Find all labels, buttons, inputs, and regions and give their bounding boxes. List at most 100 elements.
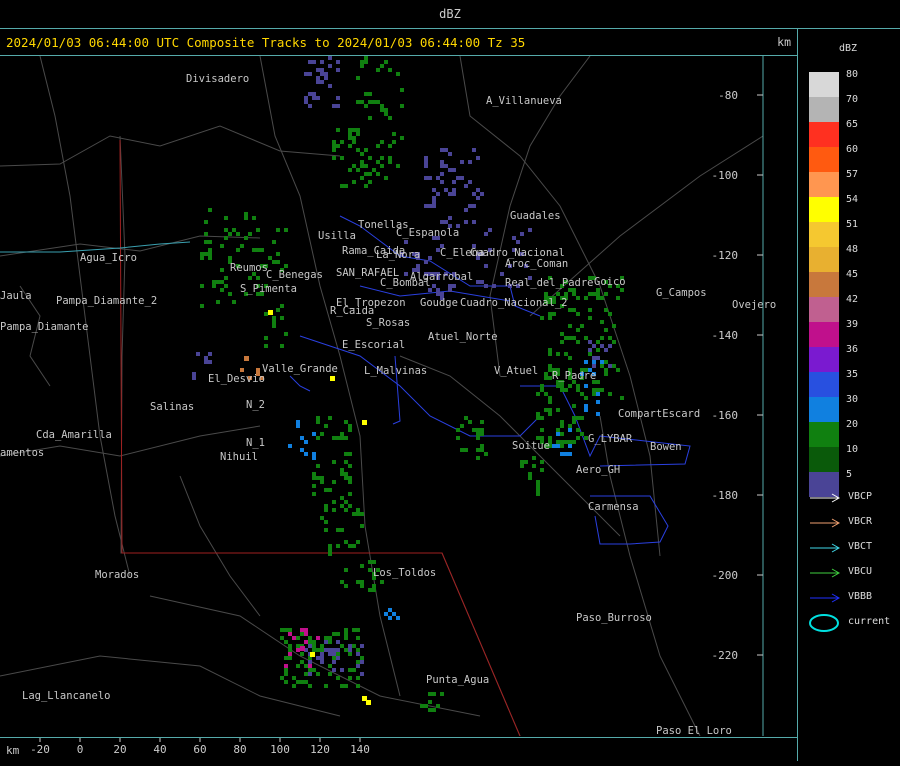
y-axis-tick: -220 xyxy=(712,649,739,662)
place-label: Goudge xyxy=(420,297,458,309)
x-axis-tick: 60 xyxy=(193,743,206,756)
legend-current: current xyxy=(808,614,900,632)
place-label: R_Padre xyxy=(552,370,596,382)
legend-track: VBCT xyxy=(808,541,900,555)
place-label: CompartEscard xyxy=(618,408,700,420)
legend-track-label: VBCP xyxy=(848,491,873,502)
place-label: C_Benegas xyxy=(266,269,323,281)
place-label: Pampa_Diamante_2 xyxy=(56,295,157,307)
x-axis-tick: 0 xyxy=(77,743,84,756)
legend-swatch xyxy=(809,372,839,397)
place-label: Real_del_Padre xyxy=(505,277,594,289)
y-axis-tick: -180 xyxy=(712,489,739,502)
place-label: Salinas xyxy=(150,401,194,413)
legend-track-label: VBCR xyxy=(848,516,873,527)
place-label: Aroc_Coman xyxy=(505,258,568,270)
legend-current-label: current xyxy=(848,616,891,627)
place-label: Divisadero xyxy=(186,73,249,85)
place-label: Morados xyxy=(95,569,139,581)
place-label: S_Pimenta xyxy=(240,283,297,295)
x-axis-tick: 100 xyxy=(270,743,290,756)
legend-level-label: 70 xyxy=(846,94,859,105)
legend-swatch xyxy=(809,322,839,347)
place-label: Los_Toldos xyxy=(373,567,436,579)
place-label: Bowen xyxy=(650,441,682,453)
y-axis-tick: -160 xyxy=(712,409,739,422)
y-axis-tick: -100 xyxy=(712,169,739,182)
place-label: Aero_GH xyxy=(576,464,620,476)
map-canvas[interactable]: DivisaderoA_VillanuevaGuadalesUsillaTone… xyxy=(0,56,797,736)
place-label: E_Escorial xyxy=(342,339,405,351)
legend-title: dBZ xyxy=(838,43,858,54)
place-label: Goico xyxy=(594,276,626,288)
place-label: R_Caida xyxy=(330,305,374,317)
place-label: C_Espanola xyxy=(396,227,459,239)
legend-panel: dBZ 80 70 65 60 57 54 51 48 45 42 39 36 35 30 20 10 5 VB… xyxy=(798,29,900,761)
legend-swatch xyxy=(809,447,839,472)
x-axis-tick: 140 xyxy=(350,743,370,756)
y-axis-tick: -120 xyxy=(712,249,739,262)
x-axis-tick: 40 xyxy=(153,743,166,756)
legend-level-label: 42 xyxy=(846,294,859,305)
place-label: El_Desvio xyxy=(208,373,265,385)
legend-level-label: 60 xyxy=(846,144,859,155)
place-label: C_Bombal xyxy=(380,277,431,289)
x-axis-unit: km xyxy=(6,744,20,757)
place-label: L_Malvinas xyxy=(364,365,427,377)
radar-map[interactable]: Divisadero A_Villanueva Guadales Usilla Tone… xyxy=(0,56,797,736)
legend-track: VBCP xyxy=(808,491,900,505)
legend-level-label: 80 xyxy=(846,69,859,80)
map-header: 2024/01/03 06:44:00 UTC Composite Tracks… xyxy=(0,29,797,56)
place-label: V_Atuel xyxy=(494,365,538,377)
place-label: Punta_Agua xyxy=(426,674,489,686)
place-labels: DivisaderoA_VillanuevaGuadalesUsillaTone… xyxy=(0,73,776,736)
legend-level-label: 39 xyxy=(846,319,859,330)
legend-level-label: 10 xyxy=(846,444,859,455)
legend-swatch xyxy=(809,72,839,97)
legend-level-label: 54 xyxy=(846,194,859,205)
x-axis-tick: 20 xyxy=(113,743,126,756)
place-label: Cuadro_Nacional_2 xyxy=(460,297,567,309)
legend-level-label: 45 xyxy=(846,269,859,280)
place-label: G_Campos xyxy=(656,287,707,299)
legend-level-label: 20 xyxy=(846,419,859,430)
y-axis-tick: -80 xyxy=(718,89,738,102)
place-label: Jaula xyxy=(0,290,32,302)
x-axis-bar: km -20 0 20 40 60 80 100 120 140 xyxy=(0,737,797,762)
legend-swatch xyxy=(809,422,839,447)
legend-level-label: 5 xyxy=(846,469,853,480)
x-axis-tick: 80 xyxy=(233,743,246,756)
legend-swatch xyxy=(809,122,839,147)
x-axis: km -20 0 20 40 60 80 100 120 140 xyxy=(6,738,370,757)
place-label: G_LYBAR xyxy=(588,433,633,445)
place-label: Guadales xyxy=(510,210,561,222)
legend-level-label: 48 xyxy=(846,244,859,255)
legend-level-label: 57 xyxy=(846,169,859,180)
legend-track-label: VBBB xyxy=(848,591,873,602)
legend-swatch xyxy=(809,197,839,222)
header-unit: km xyxy=(777,35,791,49)
legend-track-label: VBCU xyxy=(848,566,873,577)
place-label: Soitue xyxy=(512,440,550,452)
place-label: Valle_Grande xyxy=(262,363,338,375)
place-label: N_1 xyxy=(246,437,265,449)
place-label: Reumos xyxy=(230,262,268,274)
legend-swatch xyxy=(809,222,839,247)
place-label: Lag_Llancanelo xyxy=(22,690,111,702)
y-axis-tick: -140 xyxy=(712,329,739,342)
legend-level-label: 51 xyxy=(846,219,859,230)
place-label: A_Villanueva xyxy=(486,95,562,107)
legend-swatch xyxy=(809,347,839,372)
window-title: dBZ xyxy=(0,0,900,29)
window-title-text: dBZ xyxy=(439,7,461,21)
place-label: N_2 xyxy=(246,399,265,411)
y-axis-tick: -200 xyxy=(712,569,739,582)
place-label: S_Rosas xyxy=(366,317,410,329)
legend-level-label: 65 xyxy=(846,119,859,130)
legend-swatch xyxy=(809,397,839,422)
legend-swatch xyxy=(809,297,839,322)
place-label: Usilla xyxy=(318,230,356,242)
place-label: Agua_Icro xyxy=(80,252,137,264)
x-axis-tick: -20 xyxy=(30,743,50,756)
legend-swatch xyxy=(809,247,839,272)
